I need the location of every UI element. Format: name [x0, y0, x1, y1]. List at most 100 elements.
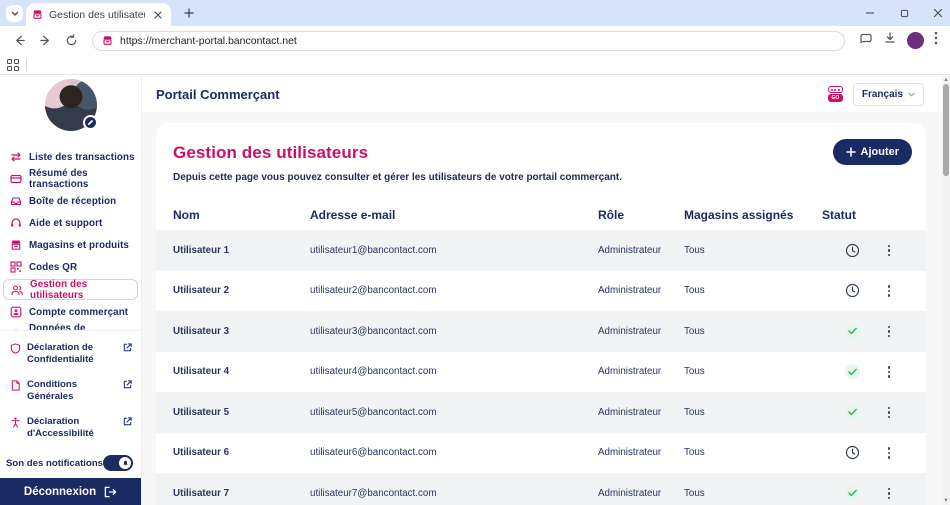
- link-label: Conditions Générales: [27, 379, 78, 403]
- sidebar-item-label: Compte commerçant: [29, 306, 129, 318]
- column-header-email: Adresse e-mail: [310, 207, 396, 222]
- add-button-label: Ajouter: [860, 146, 900, 158]
- reload-icon[interactable]: [60, 30, 82, 52]
- external-link-icon: [123, 343, 132, 352]
- document-icon: [11, 380, 20, 391]
- language-selector[interactable]: Français: [852, 82, 924, 106]
- terms-conditions-link[interactable]: Conditions Générales: [10, 375, 133, 412]
- row-menu-icon[interactable]: [882, 364, 896, 380]
- active-check-icon: [844, 364, 860, 380]
- tab-close-icon[interactable]: [151, 8, 165, 22]
- merchant-avatar[interactable]: [44, 79, 98, 131]
- row-menu-icon[interactable]: [882, 485, 896, 501]
- sidebar-item-qr-codes[interactable]: Codes QR: [0, 256, 141, 278]
- forward-icon[interactable]: [34, 30, 56, 52]
- add-user-button[interactable]: Ajouter: [832, 139, 912, 165]
- table-row: Utilisateur 6 utilisateur6@bancontact.co…: [156, 433, 926, 474]
- table-row: Utilisateur 3 utilisateur3@bancontact.co…: [156, 311, 926, 352]
- sidebar-item-inbox[interactable]: Boîte de réception: [0, 190, 141, 212]
- status-badge: [844, 404, 860, 420]
- sidebar-links: Déclaration de Confidentialité Condition…: [0, 330, 141, 451]
- store-icon: [11, 240, 21, 250]
- user-name: Utilisateur 7: [173, 487, 230, 499]
- notification-sound-row: Son des notifications: [0, 451, 141, 478]
- privacy-statement-link[interactable]: Déclaration de Confidentialité: [10, 338, 133, 375]
- table-row: Utilisateur 2 utilisateur2@bancontact.co…: [156, 271, 926, 312]
- page-scrollbar[interactable]: ▲ ▼: [942, 76, 950, 505]
- user-stores: Tous: [684, 447, 705, 459]
- download-icon[interactable]: [883, 31, 897, 50]
- user-stores: Tous: [684, 244, 705, 256]
- shield-icon: [10, 343, 21, 354]
- url-favicon-store-icon: [103, 36, 112, 45]
- sidebar-item-help-support[interactable]: Aide et support: [0, 212, 141, 234]
- back-icon[interactable]: [8, 30, 30, 52]
- users-table: Nom Adresse e-mail Rôle Magasins assigné…: [156, 199, 926, 505]
- table-body: Utilisateur 1 utilisateur1@bancontact.co…: [156, 230, 926, 505]
- sidebar-item-label: Gestion des utilisateurs: [30, 278, 88, 301]
- browser-menu-icon[interactable]: [934, 31, 938, 50]
- user-stores: Tous: [684, 285, 705, 297]
- pending-clock-icon: [845, 284, 859, 298]
- row-menu-icon[interactable]: [882, 323, 896, 339]
- external-link-icon: [123, 380, 132, 389]
- bancontact-logo-icon: GO: [826, 86, 845, 102]
- table-row: Utilisateur 7 utilisateur7@bancontact.co…: [156, 473, 926, 505]
- user-email: utilisateur6@bancontact.com: [310, 447, 437, 459]
- card-summary-icon: [10, 174, 22, 184]
- url-bar[interactable]: https://merchant-portal.bancontact.net: [92, 30, 845, 51]
- logout-button[interactable]: Déconnexion: [0, 478, 141, 505]
- link-label: Déclaration de Confidentialité: [27, 342, 94, 366]
- logout-label: Déconnexion: [23, 485, 97, 498]
- user-name: Utilisateur 5: [173, 406, 230, 418]
- accessibility-statement-link[interactable]: Déclaration d'Accessibilité: [10, 412, 133, 449]
- side-panel-icon[interactable]: [859, 31, 873, 50]
- sidebar: Liste des transactions Résumé des transa…: [0, 76, 142, 505]
- minimize-icon[interactable]: [864, 7, 876, 19]
- sidebar-item-user-management[interactable]: Gestion des utilisateurs: [3, 278, 138, 301]
- status-badge: [845, 445, 860, 460]
- sidebar-item-merchant-account[interactable]: Compte commerçant: [0, 301, 141, 323]
- apps-grid-icon[interactable]: [7, 58, 19, 71]
- new-tab-button[interactable]: [179, 3, 199, 23]
- active-check-icon: [844, 404, 860, 420]
- row-menu-icon[interactable]: [882, 283, 896, 299]
- scrollbar-thumb[interactable]: [943, 84, 949, 176]
- plus-icon: [845, 147, 856, 157]
- scroll-down-icon[interactable]: ▼: [942, 497, 950, 505]
- user-stores: Tous: [684, 406, 705, 418]
- user-stores: Tous: [684, 487, 705, 499]
- sidebar-item-transactions-list[interactable]: Liste des transactions: [0, 146, 141, 168]
- row-menu-icon[interactable]: [882, 242, 896, 258]
- tab-strip: Gestion des utilisateurs: [0, 0, 950, 26]
- user-role: Administrateur: [598, 244, 662, 256]
- user-stores: Tous: [684, 366, 705, 378]
- edit-avatar-icon[interactable]: [82, 115, 98, 130]
- tab-search-chevron-icon[interactable]: [6, 5, 23, 22]
- user-management-card: Gestion des utilisateurs Depuis cette pa…: [156, 123, 926, 505]
- row-menu-icon[interactable]: [882, 404, 896, 420]
- inbox-icon: [10, 197, 22, 206]
- status-badge: [844, 485, 860, 501]
- user-email: utilisateur4@bancontact.com: [310, 366, 437, 378]
- sidebar-item-stores-products[interactable]: Magasins et produits: [0, 234, 141, 256]
- maximize-icon[interactable]: [898, 7, 910, 19]
- sidebar-item-transactions-summary[interactable]: Résumé des transactions: [0, 168, 141, 190]
- logout-icon: [104, 486, 117, 497]
- bookmarks-divider: [26, 58, 27, 71]
- status-badge: [844, 323, 860, 339]
- sidebar-item-label: Liste des transactions: [29, 151, 135, 163]
- close-window-icon[interactable]: [932, 7, 944, 19]
- page-title: Gestion des utilisateurs: [173, 143, 369, 162]
- browser-tab[interactable]: Gestion des utilisateurs: [26, 3, 171, 26]
- link-label: Déclaration d'Accessibilité: [27, 416, 94, 440]
- table-row: Utilisateur 1 utilisateur1@bancontact.co…: [156, 230, 926, 271]
- toggle-knob: [119, 457, 131, 469]
- sidebar-item-label: Boîte de réception: [29, 195, 117, 207]
- user-name: Utilisateur 1: [173, 244, 230, 256]
- table-row: Utilisateur 4 utilisateur4@bancontact.co…: [156, 352, 926, 393]
- row-menu-icon[interactable]: [882, 445, 896, 461]
- profile-avatar[interactable]: [907, 32, 924, 49]
- scroll-up-icon[interactable]: ▲: [942, 76, 950, 84]
- notification-sound-toggle[interactable]: [103, 455, 133, 471]
